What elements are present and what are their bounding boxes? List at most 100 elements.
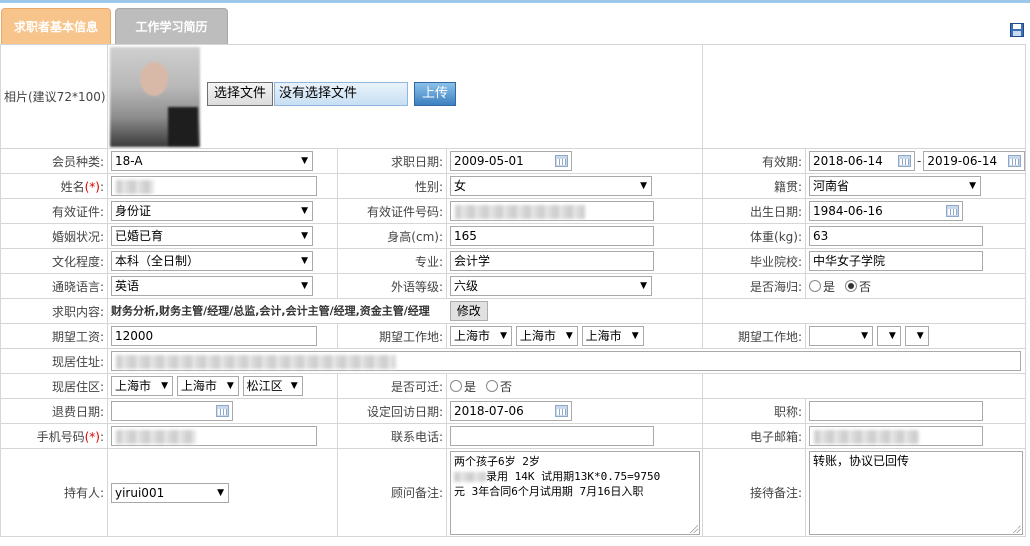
chevron-down-icon: ▼ [301, 256, 308, 266]
modify-button[interactable]: 修改 [449, 301, 488, 321]
district-label: 现居住区: [0, 373, 108, 399]
chevron-down-icon: ▼ [500, 331, 507, 341]
calendar-icon[interactable] [898, 155, 912, 167]
job-date-value: 2009-05-01 [454, 154, 524, 168]
foreign-level-select[interactable]: 六级 ▼ [450, 276, 652, 296]
school-input[interactable]: 中华女子学院 [809, 251, 984, 271]
district-city-select[interactable]: 上海市 ▼ [176, 376, 239, 396]
email-label: 电子邮箱: [702, 423, 807, 449]
district-district-select[interactable]: 松江区 ▼ [242, 376, 303, 396]
label-colon: : [99, 179, 104, 194]
id-type-select[interactable]: 身份证 ▼ [111, 201, 313, 221]
choose-file-button[interactable]: 选择文件 [207, 81, 273, 106]
redacted-text [116, 430, 196, 444]
chevron-down-icon: ▼ [301, 206, 308, 216]
job-date-label: 求职日期: [337, 148, 447, 174]
phone-label: 联系电话: [337, 423, 447, 449]
expected-province-select[interactable]: 上海市 ▼ [450, 326, 512, 346]
calendar-icon[interactable] [946, 205, 960, 217]
major-input[interactable]: 会计学 [450, 251, 654, 271]
calendar-icon[interactable] [555, 405, 568, 417]
tab-bar: 求职者基本信息 工作学习简历 [0, 0, 1030, 45]
returnee-no-radio[interactable] [845, 280, 858, 292]
expected-salary-input[interactable]: 12000 [111, 326, 317, 346]
foreign-level-value: 六级 [454, 279, 479, 293]
expected-city-select[interactable]: 上海市 ▼ [515, 326, 578, 346]
name-input[interactable] [111, 176, 317, 196]
name-label: 姓名(*): [0, 173, 108, 199]
valid-from-input[interactable]: 2018-06-14 [809, 151, 916, 171]
holder-select[interactable]: yirui001 ▼ [111, 482, 229, 503]
valid-to-input[interactable]: 2019-06-14 [923, 151, 1025, 171]
id-number-input[interactable] [450, 201, 654, 221]
marital-label: 婚姻状况: [0, 223, 108, 249]
upload-button[interactable]: 上传 [414, 81, 456, 106]
chevron-down-icon: ▼ [290, 381, 298, 391]
returnee-yes-label: 是 [823, 279, 836, 294]
height-label: 身高(cm): [337, 223, 447, 249]
marital-select[interactable]: 已婚已育 ▼ [111, 226, 313, 246]
advisor-note-line: 两个孩子6岁 2岁 [454, 454, 540, 468]
chevron-down-icon: ▼ [217, 487, 224, 498]
expected-location-2-district-select[interactable]: ▼ [904, 326, 929, 346]
expected-location-2-province-select[interactable]: ▼ [809, 326, 874, 346]
expected-city-value: 上海市 [519, 329, 556, 343]
gender-select[interactable]: 女 ▼ [450, 176, 652, 196]
revisit-date-input[interactable]: 2018-07-06 [450, 401, 572, 421]
relocate-label: 是否可迁: [337, 373, 447, 399]
reception-note-label: 接待备注: [702, 448, 807, 537]
relocate-no-radio[interactable] [486, 380, 499, 392]
redacted-text [455, 205, 585, 219]
resize-grip-icon[interactable] [1013, 524, 1022, 533]
date-range-separator: - [917, 153, 922, 168]
phone-input[interactable] [450, 426, 654, 446]
title-label: 职称: [702, 398, 807, 424]
calendar-icon[interactable] [1008, 155, 1022, 167]
gender-label: 性别: [337, 173, 447, 199]
label-colon: : [99, 429, 104, 444]
native-place-select[interactable]: 河南省 ▼ [809, 176, 982, 196]
height-input[interactable]: 165 [450, 226, 654, 246]
save-icon[interactable] [1010, 23, 1024, 37]
expected-location-2-city-select[interactable]: ▼ [876, 326, 901, 346]
advisor-note-textarea[interactable]: 两个孩子6岁 2岁 录用 14K 试用期13K*0.75=9750 元 3年合同6个… [450, 450, 700, 535]
holder-label: 持有人: [0, 448, 108, 537]
job-content-value: 财务分析,财务主管/经理/总监,会计,会计主管/经理,资金主管/经理 [111, 304, 430, 318]
district-province-select[interactable]: 上海市 ▼ [111, 376, 173, 396]
tab-work-study-resume[interactable]: 工作学习简历 [115, 8, 228, 45]
expected-province-value: 上海市 [454, 329, 491, 343]
mobile-label-text: 手机号码 [36, 429, 85, 444]
language-select[interactable]: 英语 ▼ [111, 276, 313, 296]
chevron-down-icon: ▼ [640, 281, 647, 291]
mobile-input[interactable] [111, 426, 317, 446]
weight-input[interactable]: 63 [809, 226, 984, 246]
returnee-label: 是否海归: [702, 273, 807, 299]
expected-location-label: 期望工作地: [337, 323, 447, 349]
id-type-value: 身份证 [115, 204, 152, 218]
calendar-icon[interactable] [555, 155, 568, 167]
revisit-date-label: 设定回访日期: [337, 398, 447, 424]
resize-grip-icon[interactable] [690, 524, 698, 533]
education-select[interactable]: 本科（全日制） ▼ [111, 251, 313, 271]
birth-date-input[interactable]: 1984-06-16 [809, 201, 964, 221]
returnee-no-label: 否 [859, 279, 872, 294]
relocate-yes-radio[interactable] [450, 380, 462, 392]
expected-district-select[interactable]: 上海市 ▼ [581, 326, 644, 346]
education-label: 文化程度: [0, 248, 108, 274]
email-input[interactable] [809, 426, 984, 446]
name-label-text: 姓名 [60, 179, 85, 194]
relocate-yes-label: 是 [464, 379, 477, 394]
address-input[interactable] [111, 351, 1021, 371]
required-marker: (*) [84, 429, 100, 444]
weight-label: 体重(kg): [702, 223, 807, 249]
refund-date-input[interactable] [111, 401, 233, 421]
reception-note-textarea[interactable]: 转账，协议已回传 [809, 450, 1024, 535]
chevron-down-icon: ▼ [161, 381, 168, 391]
returnee-yes-radio[interactable] [809, 280, 822, 292]
member-type-select[interactable]: 18-A ▼ [111, 151, 313, 171]
tab-basic-info[interactable]: 求职者基本信息 [1, 8, 111, 45]
title-input[interactable] [809, 401, 984, 421]
relocate-no-label: 否 [500, 379, 513, 394]
calendar-icon[interactable] [216, 405, 229, 417]
job-date-input[interactable]: 2009-05-01 [450, 151, 572, 171]
